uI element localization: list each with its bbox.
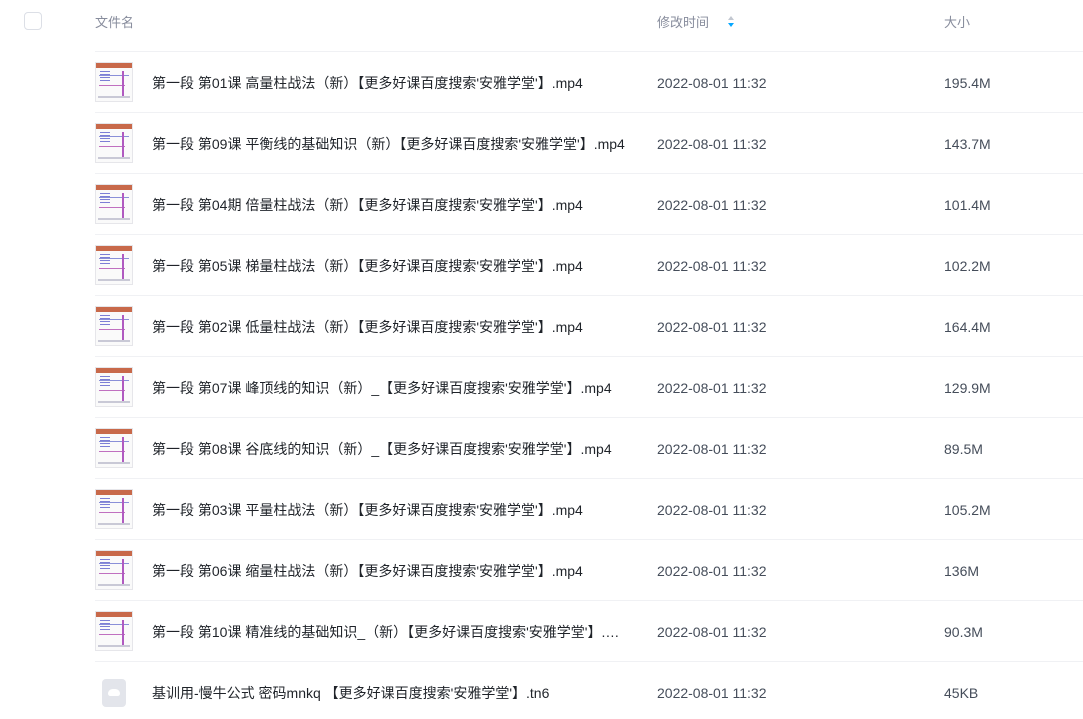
file-modified-time: 2022-08-01 11:32: [657, 502, 767, 518]
file-modified-time: 2022-08-01 11:32: [657, 563, 767, 579]
file-size: 129.9M: [944, 380, 991, 396]
file-row[interactable]: 第一段 第04期 倍量柱战法（新）【更多好课百度搜索'安雅学堂'】.mp4 202…: [95, 173, 1083, 234]
video-thumbnail-icon: [95, 62, 133, 102]
file-size: 164.4M: [944, 319, 991, 335]
file-modified-time: 2022-08-01 11:32: [657, 624, 767, 640]
file-row[interactable]: 第一段 第01课 高量柱战法（新）【更多好课百度搜索'安雅学堂'】.mp4 202…: [95, 51, 1083, 112]
file-row[interactable]: 第一段 第02课 低量柱战法（新）【更多好课百度搜索'安雅学堂'】.mp4 202…: [95, 295, 1083, 356]
file-modified-time: 2022-08-01 11:32: [657, 380, 767, 396]
video-thumbnail-icon: [95, 367, 133, 407]
video-thumbnail-icon: [95, 550, 133, 590]
column-header-size[interactable]: 大小: [944, 14, 970, 32]
video-thumbnail-icon: [95, 184, 133, 224]
file-size: 45KB: [944, 685, 979, 701]
file-modified-time: 2022-08-01 11:32: [657, 136, 767, 152]
file-name[interactable]: 第一段 第01课 高量柱战法（新）【更多好课百度搜索'安雅学堂'】.mp4: [152, 74, 627, 92]
file-name[interactable]: 第一段 第07课 峰顶线的知识（新）_【更多好课百度搜索'安雅学堂'】.mp4: [152, 379, 627, 397]
file-name[interactable]: 第一段 第06课 缩量柱战法（新）【更多好课百度搜索'安雅学堂'】.mp4: [152, 562, 627, 580]
file-modified-time: 2022-08-01 11:32: [657, 685, 767, 701]
file-name[interactable]: 第一段 第10课 精准线的基础知识_（新）【更多好课百度搜索'安雅学堂'】.mp…: [152, 623, 627, 641]
file-size: 136M: [944, 563, 980, 579]
file-name[interactable]: 第一段 第03课 平量柱战法（新）【更多好课百度搜索'安雅学堂'】.mp4: [152, 501, 627, 519]
select-all-checkbox[interactable]: [24, 12, 42, 30]
column-header-time[interactable]: 修改时间: [657, 14, 709, 32]
file-size: 143.7M: [944, 136, 991, 152]
file-size: 195.4M: [944, 75, 991, 91]
file-modified-time: 2022-08-01 11:32: [657, 441, 767, 457]
file-row[interactable]: 第一段 第08课 谷底线的知识（新）_【更多好课百度搜索'安雅学堂'】.mp4 2…: [95, 417, 1083, 478]
file-modified-time: 2022-08-01 11:32: [657, 75, 767, 91]
video-thumbnail-icon: [95, 611, 133, 651]
file-list: 文件名 修改时间 大小 第一段 第01课 高量柱战法（新）【更多好课百度搜索'安…: [0, 0, 1083, 719]
video-thumbnail-icon: [95, 123, 133, 163]
file-name[interactable]: 第一段 第08课 谷底线的知识（新）_【更多好课百度搜索'安雅学堂'】.mp4: [152, 440, 627, 458]
file-row[interactable]: 第一段 第09课 平衡线的基础知识（新）【更多好课百度搜索'安雅学堂'】.mp4…: [95, 112, 1083, 173]
file-row[interactable]: 第一段 第03课 平量柱战法（新）【更多好课百度搜索'安雅学堂'】.mp4 202…: [95, 478, 1083, 539]
file-modified-time: 2022-08-01 11:32: [657, 258, 767, 274]
file-size: 89.5M: [944, 441, 983, 457]
file-size: 102.2M: [944, 258, 991, 274]
file-name[interactable]: 第一段 第02课 低量柱战法（新）【更多好课百度搜索'安雅学堂'】.mp4: [152, 318, 627, 336]
video-thumbnail-icon: [95, 245, 133, 285]
file-name[interactable]: 基训用-慢牛公式 密码mnkq 【更多好课百度搜索'安雅学堂'】.tn6: [152, 684, 627, 702]
file-row[interactable]: 第一段 第07课 峰顶线的知识（新）_【更多好课百度搜索'安雅学堂'】.mp4 2…: [95, 356, 1083, 417]
file-modified-time: 2022-08-01 11:32: [657, 319, 767, 335]
file-size: 101.4M: [944, 197, 991, 213]
video-thumbnail-icon: [95, 428, 133, 468]
cloud-file-icon: [102, 679, 126, 707]
file-name[interactable]: 第一段 第09课 平衡线的基础知识（新）【更多好课百度搜索'安雅学堂'】.mp4: [152, 135, 627, 153]
file-row[interactable]: 第一段 第05课 梯量柱战法（新）【更多好课百度搜索'安雅学堂'】.mp4 202…: [95, 234, 1083, 295]
file-name[interactable]: 第一段 第05课 梯量柱战法（新）【更多好课百度搜索'安雅学堂'】.mp4: [152, 257, 627, 275]
file-name[interactable]: 第一段 第04期 倍量柱战法（新）【更多好课百度搜索'安雅学堂'】.mp4: [152, 196, 627, 214]
file-list-header: 文件名 修改时间 大小: [0, 0, 1083, 46]
file-modified-time: 2022-08-01 11:32: [657, 197, 767, 213]
file-row[interactable]: 第一段 第06课 缩量柱战法（新）【更多好课百度搜索'安雅学堂'】.mp4 202…: [95, 539, 1083, 600]
sort-arrows-icon[interactable]: [727, 14, 735, 30]
file-row[interactable]: 基训用-慢牛公式 密码mnkq 【更多好课百度搜索'安雅学堂'】.tn6 2022…: [95, 661, 1083, 719]
file-row[interactable]: 第一段 第10课 精准线的基础知识_（新）【更多好课百度搜索'安雅学堂'】.mp…: [95, 600, 1083, 661]
file-size: 105.2M: [944, 502, 991, 518]
column-header-name[interactable]: 文件名: [95, 14, 134, 32]
video-thumbnail-icon: [95, 306, 133, 346]
file-size: 90.3M: [944, 624, 983, 640]
video-thumbnail-icon: [95, 489, 133, 529]
